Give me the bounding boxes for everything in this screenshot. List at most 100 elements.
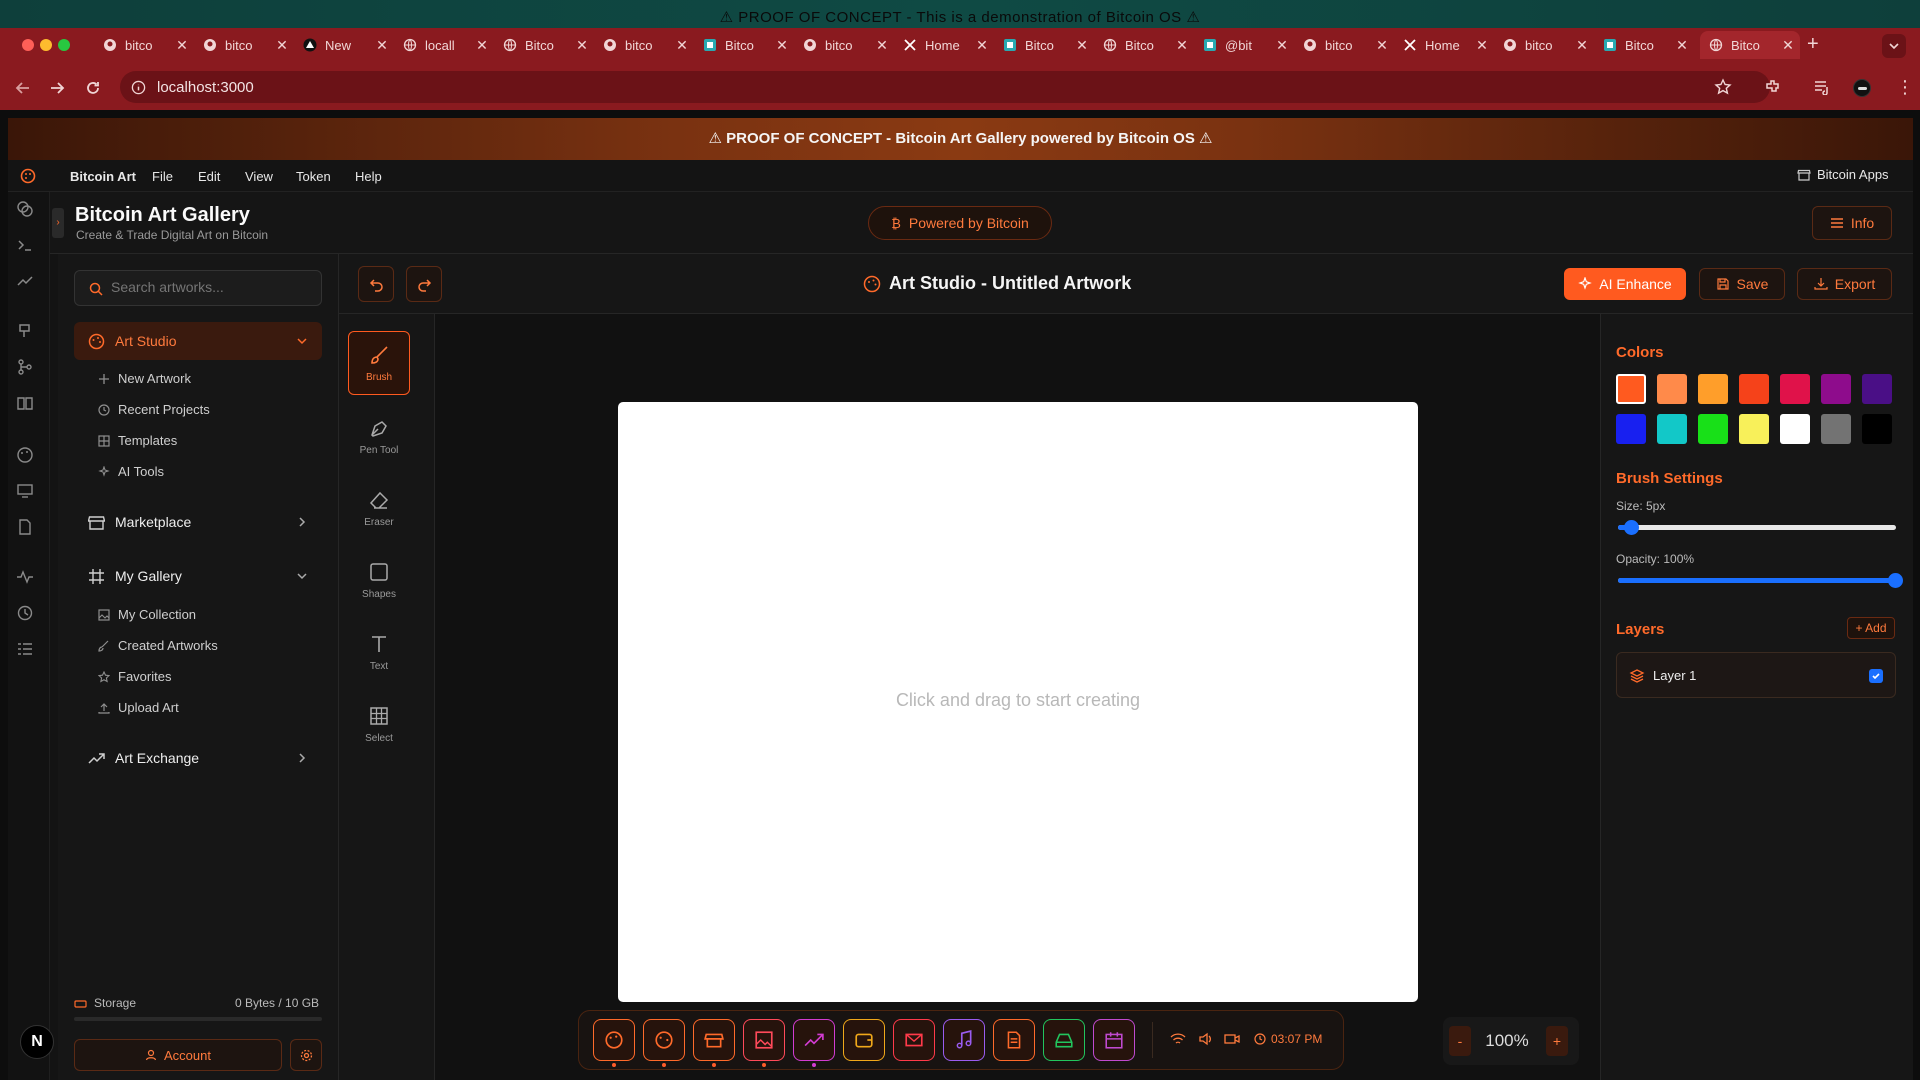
tool-select[interactable]: Select <box>348 692 410 756</box>
dock-music-app[interactable] <box>943 1019 985 1061</box>
back-button[interactable] <box>14 79 32 97</box>
layer-visible-checkbox[interactable] <box>1869 669 1883 683</box>
browser-tab[interactable]: bitco ✕ <box>1494 31 1594 59</box>
browser-tab[interactable]: Home ✕ <box>1394 31 1494 59</box>
zoom-in-button[interactable]: + <box>1546 1026 1568 1056</box>
tool-brush[interactable]: Brush <box>348 331 410 395</box>
minimize-window-button[interactable] <box>40 39 52 51</box>
tool-eraser[interactable]: Eraser <box>348 476 410 540</box>
nav-created-artworks[interactable]: Created Artworks <box>98 638 218 653</box>
dock-image-app[interactable] <box>743 1019 785 1061</box>
app-logo-icon[interactable] <box>20 168 36 184</box>
color-swatch[interactable] <box>1616 374 1646 404</box>
wifi-icon[interactable] <box>1170 1032 1186 1046</box>
extensions-icon[interactable] <box>1764 78 1782 96</box>
site-info-icon[interactable] <box>131 80 146 95</box>
undo-button[interactable] <box>358 266 394 302</box>
profile-avatar[interactable] <box>1853 79 1871 97</box>
account-button[interactable]: Account <box>74 1039 282 1071</box>
color-swatch[interactable] <box>1657 374 1687 404</box>
nav-ai-tools[interactable]: AI Tools <box>98 464 164 479</box>
dock-paint-app[interactable] <box>643 1019 685 1061</box>
close-tab-icon[interactable]: ✕ <box>1274 37 1290 54</box>
close-tab-icon[interactable]: ✕ <box>1474 37 1490 54</box>
close-tab-icon[interactable]: ✕ <box>1574 37 1590 54</box>
close-tab-icon[interactable]: ✕ <box>174 37 190 54</box>
close-tab-icon[interactable]: ✕ <box>1674 37 1690 54</box>
rail-git-icon[interactable] <box>16 358 34 376</box>
export-button[interactable]: Export <box>1797 268 1892 300</box>
color-swatch[interactable] <box>1862 374 1892 404</box>
close-tab-icon[interactable]: ✕ <box>674 37 690 54</box>
browser-tab[interactable]: Bitco ✕ <box>494 31 594 59</box>
tab-search-button[interactable] <box>1882 34 1906 58</box>
rail-file-code-icon[interactable] <box>16 518 34 536</box>
browser-menu-button[interactable]: ⋮ <box>1896 78 1914 96</box>
close-tab-icon[interactable]: ✕ <box>874 37 890 54</box>
rail-activity-icon[interactable] <box>16 568 34 586</box>
color-swatch[interactable] <box>1657 414 1687 444</box>
nav-recent-projects[interactable]: Recent Projects <box>98 402 210 417</box>
dock-store-app[interactable] <box>693 1019 735 1061</box>
dock-art-app[interactable] <box>593 1019 635 1061</box>
browser-tab[interactable]: Home ✕ <box>894 31 994 59</box>
browser-tab[interactable]: bitco ✕ <box>94 31 194 59</box>
browser-tab[interactable]: bitco ✕ <box>1294 31 1394 59</box>
add-layer-button[interactable]: + Add <box>1847 617 1895 639</box>
reload-button[interactable] <box>84 79 102 97</box>
redo-button[interactable] <box>406 266 442 302</box>
color-swatch[interactable] <box>1821 374 1851 404</box>
color-swatch[interactable] <box>1780 414 1810 444</box>
color-swatch[interactable] <box>1739 374 1769 404</box>
nav-my-gallery[interactable]: My Gallery <box>74 557 322 595</box>
menu-edit[interactable]: Edit <box>198 169 220 184</box>
close-tab-icon[interactable]: ✕ <box>574 37 590 54</box>
brush-size-handle[interactable] <box>1624 520 1639 535</box>
rail-palette-icon[interactable] <box>16 446 34 464</box>
close-tab-icon[interactable]: ✕ <box>974 37 990 54</box>
browser-tab[interactable]: Bitco ✕ <box>1094 31 1194 59</box>
browser-tab[interactable]: Bitco ✕ <box>1594 31 1694 59</box>
browser-tab[interactable]: @bit ✕ <box>1194 31 1294 59</box>
close-tab-icon[interactable]: ✕ <box>1074 37 1090 54</box>
menu-token[interactable]: Token <box>296 169 331 184</box>
color-swatch[interactable] <box>1862 414 1892 444</box>
close-tab-icon[interactable]: ✕ <box>374 37 390 54</box>
rail-brush-icon[interactable] <box>16 322 34 340</box>
nav-art-exchange[interactable]: Art Exchange <box>74 739 322 777</box>
nav-marketplace[interactable]: Marketplace <box>74 503 322 541</box>
brush-size-slider[interactable] <box>1618 520 1896 535</box>
volume-icon[interactable] <box>1198 1032 1214 1046</box>
close-tab-icon[interactable]: ✕ <box>1374 37 1390 54</box>
rail-list-icon[interactable] <box>16 640 34 658</box>
nav-my-collection[interactable]: My Collection <box>98 607 196 622</box>
menu-help[interactable]: Help <box>355 169 382 184</box>
color-swatch[interactable] <box>1616 414 1646 444</box>
nav-art-studio[interactable]: Art Studio <box>74 322 322 360</box>
color-swatch[interactable] <box>1698 374 1728 404</box>
info-button[interactable]: Info <box>1812 206 1892 240</box>
bookmark-star-icon[interactable] <box>1714 78 1732 96</box>
layer-row[interactable]: Layer 1 <box>1616 652 1896 698</box>
rail-monitor-icon[interactable] <box>16 482 34 500</box>
browser-tab[interactable]: bitco ✕ <box>194 31 294 59</box>
nav-favorites[interactable]: Favorites <box>98 669 171 684</box>
rail-trending-icon[interactable] <box>16 272 34 290</box>
browser-tab[interactable]: Bitco ✕ <box>694 31 794 59</box>
dock-docs-app[interactable] <box>993 1019 1035 1061</box>
close-window-button[interactable] <box>22 39 34 51</box>
close-tab-icon[interactable]: ✕ <box>274 37 290 54</box>
address-bar[interactable] <box>120 71 1770 103</box>
dock-exchange-app[interactable] <box>793 1019 835 1061</box>
color-swatch[interactable] <box>1821 414 1851 444</box>
close-tab-icon[interactable]: ✕ <box>774 37 790 54</box>
user-avatar[interactable]: N <box>20 1025 54 1059</box>
rail-bitcoin-icon[interactable] <box>16 200 34 218</box>
bitcoin-apps-button[interactable]: Bitcoin Apps <box>1797 167 1889 182</box>
forward-button[interactable] <box>48 79 66 97</box>
tool-text[interactable]: Text <box>348 620 410 684</box>
dock-drive-app[interactable] <box>1043 1019 1085 1061</box>
tool-shapes[interactable]: Shapes <box>348 548 410 612</box>
color-swatch[interactable] <box>1739 414 1769 444</box>
nav-upload-art[interactable]: Upload Art <box>98 700 179 715</box>
